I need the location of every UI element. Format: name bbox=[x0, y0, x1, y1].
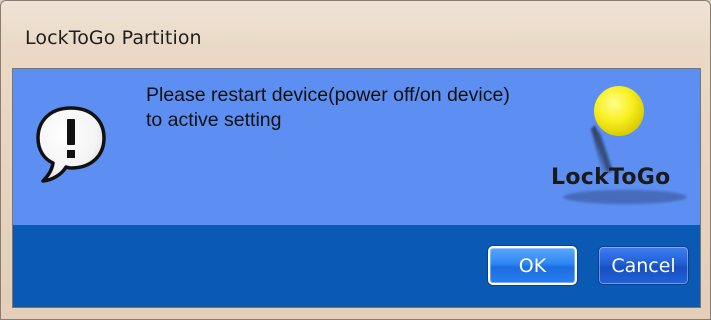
window-title: LockToGo Partition bbox=[25, 27, 202, 49]
logo-text: LockToGo bbox=[551, 165, 671, 190]
dialog-body: Please restart device(power off/on devic… bbox=[12, 68, 701, 308]
dialog-message: Please restart device(power off/on devic… bbox=[146, 84, 510, 131]
cancel-button[interactable]: Cancel bbox=[598, 246, 689, 285]
exclamation-speech-bubble-icon bbox=[36, 106, 106, 183]
dialog-window: LockToGo Partition Please restart device… bbox=[0, 0, 711, 320]
title-bar[interactable]: LockToGo Partition bbox=[1, 1, 710, 75]
button-bar bbox=[13, 225, 700, 307]
ok-button[interactable]: OK bbox=[488, 246, 577, 285]
message-panel: Please restart device(power off/on devic… bbox=[13, 69, 700, 225]
